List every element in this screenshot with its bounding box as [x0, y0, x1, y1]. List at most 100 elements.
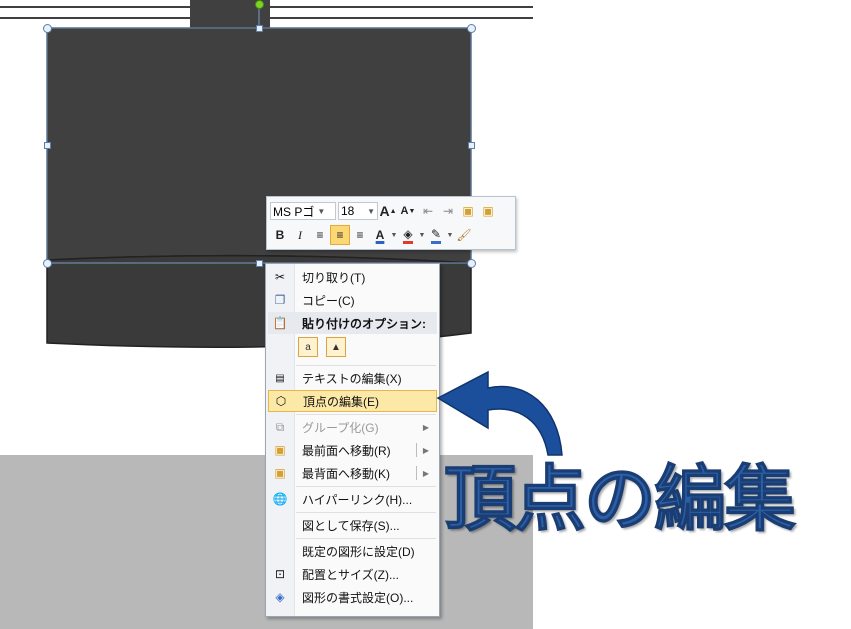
submenu-arrow-icon[interactable]: ▶	[423, 469, 429, 478]
shrink-font-button[interactable]: A ▼	[398, 201, 418, 221]
chevron-down-icon: ▼	[367, 206, 375, 216]
menu-item-label: 切り取り(T)	[302, 270, 366, 285]
font-size-combo[interactable]: 18 ▼	[338, 202, 378, 220]
align-left-icon: ≡	[316, 228, 324, 242]
context-menu: ✂ 切り取り(T) ❐ コピー(C) 📋 貼り付けのオプション: a ▲ ▤ テ…	[265, 263, 440, 617]
menu-item-group[interactable]: ⧉ グループ化(G) ▶	[268, 416, 437, 438]
paste-picture-button[interactable]: ▲	[326, 337, 346, 357]
menu-item-label: 頂点の編集(E)	[303, 394, 379, 409]
menu-item-label: グループ化(G)	[302, 420, 379, 435]
grow-font-icon: A	[379, 203, 390, 219]
menu-item-edit-text[interactable]: ▤ テキストの編集(X)	[268, 367, 437, 389]
paste-option-group: a ▲	[298, 337, 346, 357]
mini-toolbar-row-1: MS Pゴ ▼ 18 ▼ A ▲ A ▼ ⇤ ⇥ ▣ ▣	[270, 200, 498, 222]
mini-toolbar: MS Pゴ ▼ 18 ▼ A ▲ A ▼ ⇤ ⇥ ▣ ▣ B I ≡ ≡ ≡ A ▼…	[266, 196, 516, 250]
format-painter-icon: 🖌	[456, 228, 472, 242]
menu-item-label: 最背面へ移動(K)	[302, 466, 390, 481]
chevron-down-icon[interactable]: ▼	[446, 232, 454, 239]
fill-color-button[interactable]: ◈	[398, 225, 418, 245]
menu-item-format-shape[interactable]: ◈ 図形の書式設定(O)...	[268, 586, 437, 608]
bring-forward-icon: ▣	[462, 204, 474, 218]
handle-bottom-center[interactable]	[256, 260, 263, 267]
bring-forward-button[interactable]: ▣	[458, 201, 478, 221]
align-center-button[interactable]: ≡	[330, 225, 350, 245]
chevron-down-icon[interactable]: ▼	[390, 232, 398, 239]
menu-separator	[296, 538, 436, 539]
grow-font-button[interactable]: A ▲	[378, 201, 398, 221]
menu-item-label: 既定の図形に設定(D)	[302, 544, 415, 559]
menu-item-copy[interactable]: ❐ コピー(C)	[268, 289, 437, 311]
bold-icon: B	[275, 228, 285, 242]
split-divider	[416, 466, 417, 480]
outline-color-button[interactable]: ✎	[426, 225, 446, 245]
size-position-icon: ⊡	[274, 567, 286, 581]
menu-item-label: 配置とサイズ(Z)...	[302, 567, 399, 582]
handle-top-right[interactable]	[467, 24, 476, 33]
menu-item-edit-points[interactable]: ⬡ 頂点の編集(E)	[268, 390, 437, 412]
align-right-button[interactable]: ≡	[350, 225, 370, 245]
menu-item-hyperlink[interactable]: 🌐 ハイパーリンク(H)...	[268, 488, 437, 510]
blank-icon	[268, 514, 292, 536]
menu-item-save-as-picture[interactable]: 図として保存(S)...	[268, 514, 437, 536]
rotation-handle[interactable]	[255, 0, 264, 9]
paste-picture-icon: ▲	[331, 341, 341, 353]
handle-top-left[interactable]	[43, 24, 52, 33]
text-box-icon: ▤	[275, 372, 285, 384]
font-size-value: 18	[341, 204, 355, 218]
menu-item-label: テキストの編集(X)	[302, 371, 402, 386]
bold-button[interactable]: B	[270, 225, 290, 245]
menu-item-label: コピー(C)	[302, 293, 355, 308]
annotation-label: 頂点の編集	[443, 457, 796, 542]
menu-separator	[296, 365, 436, 366]
bring-to-front-icon: ▣	[274, 443, 286, 457]
menu-item-label: 図として保存(S)...	[302, 518, 400, 533]
copy-icon: ❐	[274, 293, 286, 307]
paste-keep-text-button[interactable]: a	[298, 337, 318, 357]
italic-button[interactable]: I	[290, 225, 310, 245]
group-icon: ⧉	[275, 419, 285, 434]
menu-item-label: 図形の書式設定(O)...	[302, 590, 414, 605]
handle-bottom-right[interactable]	[467, 259, 476, 268]
format-shape-icon: ◈	[275, 590, 285, 604]
pen-outline-icon: ✎	[430, 227, 442, 244]
handle-bottom-left[interactable]	[43, 259, 52, 268]
menu-item-send-to-back[interactable]: ▣ 最背面へ移動(K) ▶	[268, 462, 437, 484]
decrease-indent-icon: ⇤	[422, 204, 434, 218]
italic-icon: I	[298, 227, 302, 242]
mini-toolbar-row-2: B I ≡ ≡ ≡ A ▼ ◈ ▼ ✎ ▼ 🖌	[270, 224, 474, 246]
send-backward-icon: ▣	[482, 204, 494, 218]
blank-icon	[268, 540, 292, 562]
align-left-button[interactable]: ≡	[310, 225, 330, 245]
chevron-down-icon[interactable]: ▼	[418, 232, 426, 239]
menu-item-set-default-shape[interactable]: 既定の図形に設定(D)	[268, 540, 437, 562]
menu-item-size-position[interactable]: ⊡ 配置とサイズ(Z)...	[268, 563, 437, 585]
menu-separator	[296, 414, 436, 415]
send-backward-button[interactable]: ▣	[478, 201, 498, 221]
font-color-button[interactable]: A	[370, 225, 390, 245]
submenu-arrow-icon[interactable]: ▶	[423, 446, 429, 455]
edit-points-icon: ⬡	[275, 394, 287, 408]
format-painter-button[interactable]: 🖌	[454, 225, 474, 245]
handle-top-center[interactable]	[256, 25, 263, 32]
font-name-value: MS Pゴ	[273, 204, 315, 219]
align-center-icon: ≡	[336, 228, 344, 242]
submenu-arrow-icon: ▶	[422, 422, 429, 432]
menu-item-cut[interactable]: ✂ 切り取り(T)	[268, 266, 437, 288]
increase-indent-icon: ⇥	[442, 204, 454, 218]
clipboard-icon: 📋	[272, 316, 288, 330]
font-color-icon: A	[375, 228, 385, 242]
paint-bucket-icon: ◈	[403, 227, 413, 244]
decrease-indent-button[interactable]: ⇤	[418, 201, 438, 221]
scissors-icon: ✂	[274, 270, 286, 284]
menu-item-bring-to-front[interactable]: ▣ 最前面へ移動(R) ▶	[268, 439, 437, 461]
handle-middle-right[interactable]	[468, 142, 475, 149]
split-divider	[416, 443, 417, 457]
font-name-combo[interactable]: MS Pゴ ▼	[270, 202, 336, 220]
chevron-down-icon: ▼	[317, 206, 326, 216]
handle-middle-left[interactable]	[44, 142, 51, 149]
menu-item-label: 貼り付けのオプション:	[302, 316, 426, 331]
menu-item-label: 最前面へ移動(R)	[302, 443, 391, 458]
increase-indent-button[interactable]: ⇥	[438, 201, 458, 221]
menu-item-paste-options: 📋 貼り付けのオプション:	[268, 312, 437, 334]
menu-item-label: ハイパーリンク(H)...	[302, 492, 413, 507]
